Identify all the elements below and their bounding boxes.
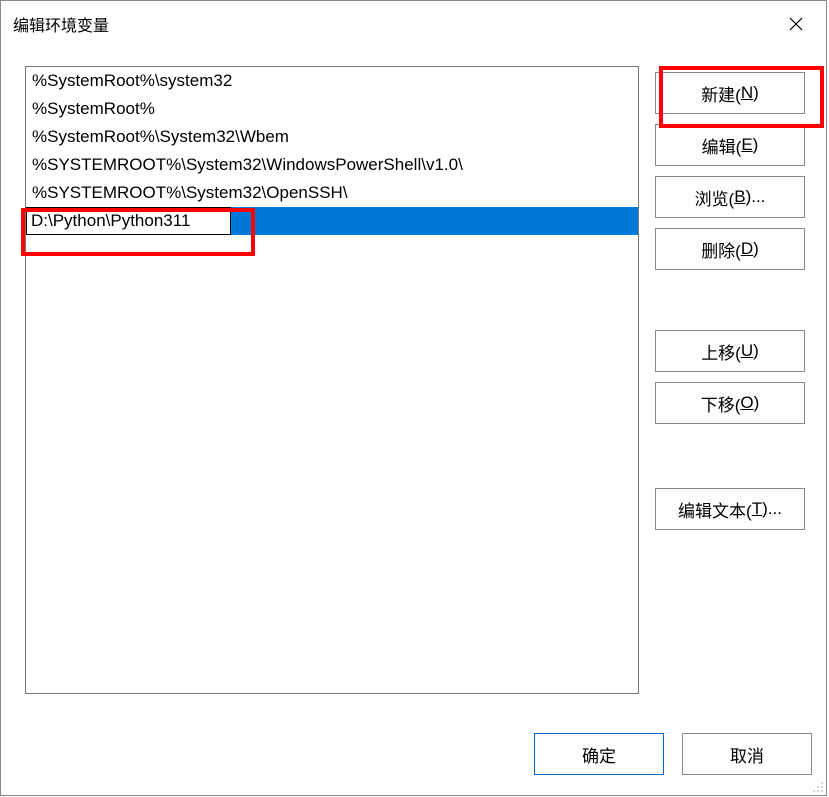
- delete-button-label-prefix: 删除(: [701, 237, 741, 262]
- browse-button[interactable]: 浏览(B)...: [655, 176, 805, 218]
- up-button-label-suffix: ): [753, 341, 759, 361]
- close-button[interactable]: [766, 1, 826, 46]
- window-title: 编辑环境变量: [13, 12, 109, 36]
- browse-button-accel: B: [734, 187, 745, 207]
- delete-button-accel: D: [741, 239, 753, 259]
- cancel-button[interactable]: 取消: [682, 733, 812, 775]
- dialog-window: 编辑环境变量 %SystemRoot%\system32%SystemRoot%…: [0, 0, 827, 796]
- new-button-accel: N: [741, 83, 753, 103]
- move-down-button[interactable]: 下移(O): [655, 382, 805, 424]
- edittext-button-label-suffix: )...: [762, 499, 782, 519]
- up-button-label-prefix: 上移(: [701, 339, 741, 364]
- move-up-button[interactable]: 上移(U): [655, 330, 805, 372]
- browse-button-label-suffix: )...: [746, 187, 766, 207]
- up-button-accel: U: [741, 341, 753, 361]
- edittext-button-label-prefix: 编辑文本(: [678, 497, 752, 522]
- spacer: [655, 280, 805, 320]
- ok-button[interactable]: 确定: [534, 733, 664, 775]
- edit-button-label-prefix: 编辑(: [702, 133, 742, 158]
- delete-button[interactable]: 删除(D): [655, 228, 805, 270]
- edit-button[interactable]: 编辑(E): [655, 124, 805, 166]
- edit-text-button[interactable]: 编辑文本(T)...: [655, 488, 805, 530]
- close-icon: [788, 16, 804, 32]
- list-item[interactable]: %SystemRoot%\system32: [26, 67, 638, 95]
- side-buttons: 新建(N) 编辑(E) 浏览(B)... 删除(D) 上移(U) 下移(O) 编…: [655, 66, 805, 719]
- path-listbox[interactable]: %SystemRoot%\system32%SystemRoot%%System…: [25, 66, 639, 694]
- edit-button-label-suffix: ): [753, 135, 759, 155]
- list-item[interactable]: %SystemRoot%\System32\Wbem: [26, 123, 638, 151]
- down-button-accel: O: [740, 393, 753, 413]
- new-button[interactable]: 新建(N): [655, 72, 805, 114]
- list-item[interactable]: [26, 207, 638, 235]
- down-button-label-suffix: ): [754, 393, 760, 413]
- new-button-label-suffix: ): [753, 83, 759, 103]
- list-item[interactable]: %SystemRoot%: [26, 95, 638, 123]
- spacer: [655, 434, 805, 478]
- footer: 确定 取消: [1, 723, 826, 795]
- path-edit-input[interactable]: [26, 207, 231, 235]
- list-item[interactable]: %SYSTEMROOT%\System32\WindowsPowerShell\…: [26, 151, 638, 179]
- titlebar: 编辑环境变量: [1, 1, 826, 46]
- edittext-button-accel: T: [752, 499, 762, 519]
- content-area: %SystemRoot%\system32%SystemRoot%%System…: [1, 46, 826, 723]
- browse-button-label-prefix: 浏览(: [695, 185, 735, 210]
- edit-button-accel: E: [741, 135, 752, 155]
- list-item[interactable]: %SYSTEMROOT%\System32\OpenSSH\: [26, 179, 638, 207]
- new-button-label-prefix: 新建(: [701, 81, 741, 106]
- delete-button-label-suffix: ): [753, 239, 759, 259]
- resize-grip-icon[interactable]: [808, 777, 824, 793]
- down-button-label-prefix: 下移(: [701, 391, 741, 416]
